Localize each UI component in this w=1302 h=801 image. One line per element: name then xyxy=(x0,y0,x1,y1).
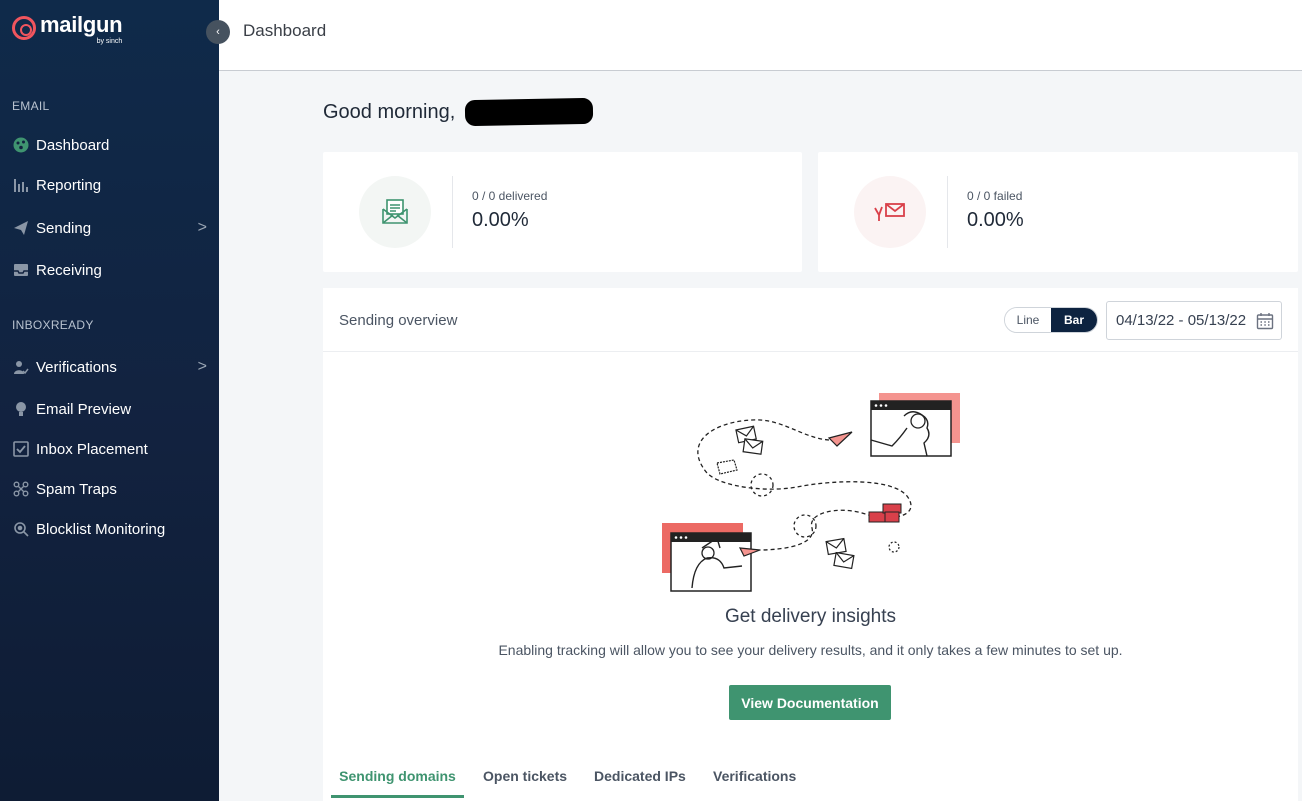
checkbox-icon xyxy=(12,440,30,458)
shield-search-icon xyxy=(12,520,30,538)
toggle-line-button[interactable]: Line xyxy=(1005,308,1051,332)
tab-dedicated-ips[interactable]: Dedicated IPs xyxy=(594,768,686,798)
envelope-failed-icon xyxy=(854,176,926,248)
stat-divider xyxy=(452,176,453,248)
delivery-insights-illustration xyxy=(662,388,962,598)
chevron-right-icon: > xyxy=(197,219,207,236)
delivered-label: 0 / 0 delivered xyxy=(472,189,548,203)
sidebar-item-inbox-placement[interactable]: Inbox Placement xyxy=(12,437,207,461)
sidebar-item-label: Inbox Placement xyxy=(36,440,148,458)
sidebar-item-sending[interactable]: Sending > xyxy=(12,216,207,240)
sidebar-item-label: Reporting xyxy=(36,176,102,194)
failed-stat-card: 0 / 0 failed 0.00% xyxy=(818,152,1298,272)
failed-value: 0.00% xyxy=(967,209,1024,231)
top-bar: Dashboard xyxy=(219,0,1302,71)
view-documentation-button[interactable]: View Documentation xyxy=(729,685,891,720)
paper-plane-icon xyxy=(12,219,30,237)
envelope-open-icon xyxy=(359,176,431,248)
calendar-icon xyxy=(1256,312,1274,334)
dashboard-icon xyxy=(12,136,30,154)
empty-state-title: Get delivery insights xyxy=(724,606,897,627)
sidebar-collapse-button[interactable]: ‹ xyxy=(206,20,230,44)
greeting-text: Good morning, xyxy=(323,100,456,123)
sidebar-item-label: Dashboard xyxy=(36,136,110,154)
sidebar-item-receiving[interactable]: Receiving xyxy=(12,258,207,282)
sidebar-item-blocklist-monitoring[interactable]: Blocklist Monitoring xyxy=(12,517,207,541)
network-icon xyxy=(12,480,30,498)
sidebar-item-spam-traps[interactable]: Spam Traps xyxy=(12,477,207,501)
empty-state-description: Enabling tracking will allow you to see … xyxy=(498,642,1123,658)
inbox-icon xyxy=(12,261,30,279)
toggle-bar-button[interactable]: Bar xyxy=(1051,308,1097,332)
stat-divider xyxy=(947,176,948,248)
delivered-value: 0.00% xyxy=(472,209,529,231)
delivered-stat-card: 0 / 0 delivered 0.00% xyxy=(323,152,802,272)
sidebar: mailgun by sinch EMAIL Dashboard Reporti… xyxy=(0,0,219,801)
sending-overview-panel: Sending overview Line Bar 04/13/22 - 05/… xyxy=(323,288,1298,801)
section-label-email: EMAIL xyxy=(12,99,50,113)
sidebar-item-label: Receiving xyxy=(36,261,102,279)
tab-open-tickets[interactable]: Open tickets xyxy=(483,768,567,798)
overview-title: Sending overview xyxy=(339,312,458,329)
page-title: Dashboard xyxy=(243,21,327,40)
sidebar-item-verifications[interactable]: Verifications > xyxy=(12,355,207,379)
tab-verifications[interactable]: Verifications xyxy=(713,768,796,798)
logo-wordmark: mailgun xyxy=(40,12,123,37)
tab-sending-domains[interactable]: Sending domains xyxy=(331,768,464,798)
failed-label: 0 / 0 failed xyxy=(967,189,1023,203)
sidebar-item-dashboard[interactable]: Dashboard xyxy=(12,133,207,157)
logo-byline: by sinch xyxy=(96,38,123,45)
sidebar-item-reporting[interactable]: Reporting xyxy=(12,173,207,197)
sidebar-item-label: Sending xyxy=(36,219,92,237)
mailgun-logo[interactable]: mailgun by sinch xyxy=(12,12,123,45)
sidebar-item-label: Spam Traps xyxy=(36,480,117,498)
sidebar-item-label: Verifications xyxy=(36,358,117,376)
chart-type-toggle: Line Bar xyxy=(1004,307,1098,333)
date-range-text: 04/13/22 - 05/13/22 xyxy=(1116,312,1247,329)
lightbulb-icon xyxy=(12,400,30,418)
section-label-inboxready: INBOXREADY xyxy=(12,318,94,332)
user-check-icon xyxy=(12,358,30,376)
sidebar-item-label: Blocklist Monitoring xyxy=(36,520,166,538)
bottom-tabs: Sending domains Open tickets Dedicated I… xyxy=(323,758,1298,801)
logo-at-icon xyxy=(12,16,36,40)
sidebar-item-email-preview[interactable]: Email Preview xyxy=(12,397,207,421)
sidebar-item-label: Email Preview xyxy=(36,400,132,418)
greeting: Good morning, xyxy=(323,97,594,127)
overview-header: Sending overview Line Bar 04/13/22 - 05/… xyxy=(323,288,1298,352)
redacted-username xyxy=(465,97,594,127)
date-range-picker[interactable]: 04/13/22 - 05/13/22 xyxy=(1106,301,1282,340)
bar-chart-icon xyxy=(12,176,30,194)
chevron-right-icon: > xyxy=(197,358,207,375)
